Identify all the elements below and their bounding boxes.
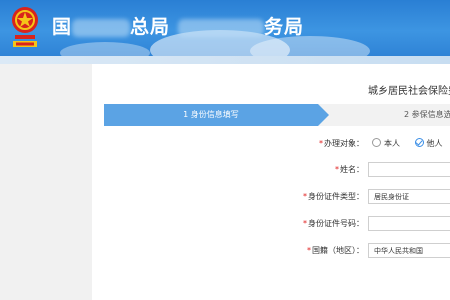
- national-emblem-icon: [12, 7, 38, 47]
- radio-self[interactable]: 本人: [372, 136, 400, 152]
- site-title-mid: 总局: [130, 16, 171, 38]
- nationality-row: *国籍（地区）： 中华人民共和国: [92, 243, 450, 259]
- redacted-block: [178, 18, 265, 37]
- id-type-label: *身份证件类型：: [303, 192, 364, 201]
- radio-checked-icon: [414, 138, 424, 147]
- applicant-row: *办理对象： 本人 他人: [92, 136, 450, 152]
- nationality-select[interactable]: 中华人民共和国: [368, 243, 450, 258]
- id-type-select[interactable]: 居民身份证: [368, 189, 450, 204]
- redacted-block: [72, 18, 131, 37]
- form-title: 城乡居民社会保险费: [368, 86, 450, 97]
- radio-unchecked-icon: [372, 138, 381, 147]
- id-number-row: *身份证件号码：: [92, 216, 450, 232]
- nationality-label: *国籍（地区）：: [307, 246, 364, 255]
- header-cloud: [60, 42, 150, 56]
- radio-other[interactable]: 他人: [414, 136, 443, 152]
- header-divider: [0, 56, 450, 64]
- id-type-row: *身份证件类型： 居民身份证: [92, 189, 450, 205]
- name-row: *姓名：: [92, 162, 450, 178]
- step-indicator: 1 身份信息填写 2 参保信息选择: [104, 104, 450, 126]
- left-panel: [0, 64, 92, 300]
- applicant-label: *办理对象：: [319, 139, 364, 148]
- id-number-input[interactable]: [368, 216, 450, 231]
- site-header: 国 总局 务局: [0, 0, 450, 56]
- name-input[interactable]: [368, 162, 450, 177]
- form-panel: 城乡居民社会保险费 1 身份信息填写 2 参保信息选择 *办理对象： 本人 他人…: [92, 64, 450, 300]
- site-title: 国 总局 务局: [52, 12, 304, 42]
- applicant-radio-group: 本人 他人: [372, 136, 450, 152]
- step-identity-info[interactable]: 1 身份信息填写: [104, 104, 329, 126]
- site-title-end: 务局: [264, 16, 305, 38]
- site-title-start: 国: [52, 16, 73, 38]
- step-insurance-info[interactable]: 2 参保信息选择: [404, 104, 450, 126]
- id-number-label: *身份证件号码：: [303, 219, 364, 228]
- name-label: *姓名：: [335, 165, 364, 174]
